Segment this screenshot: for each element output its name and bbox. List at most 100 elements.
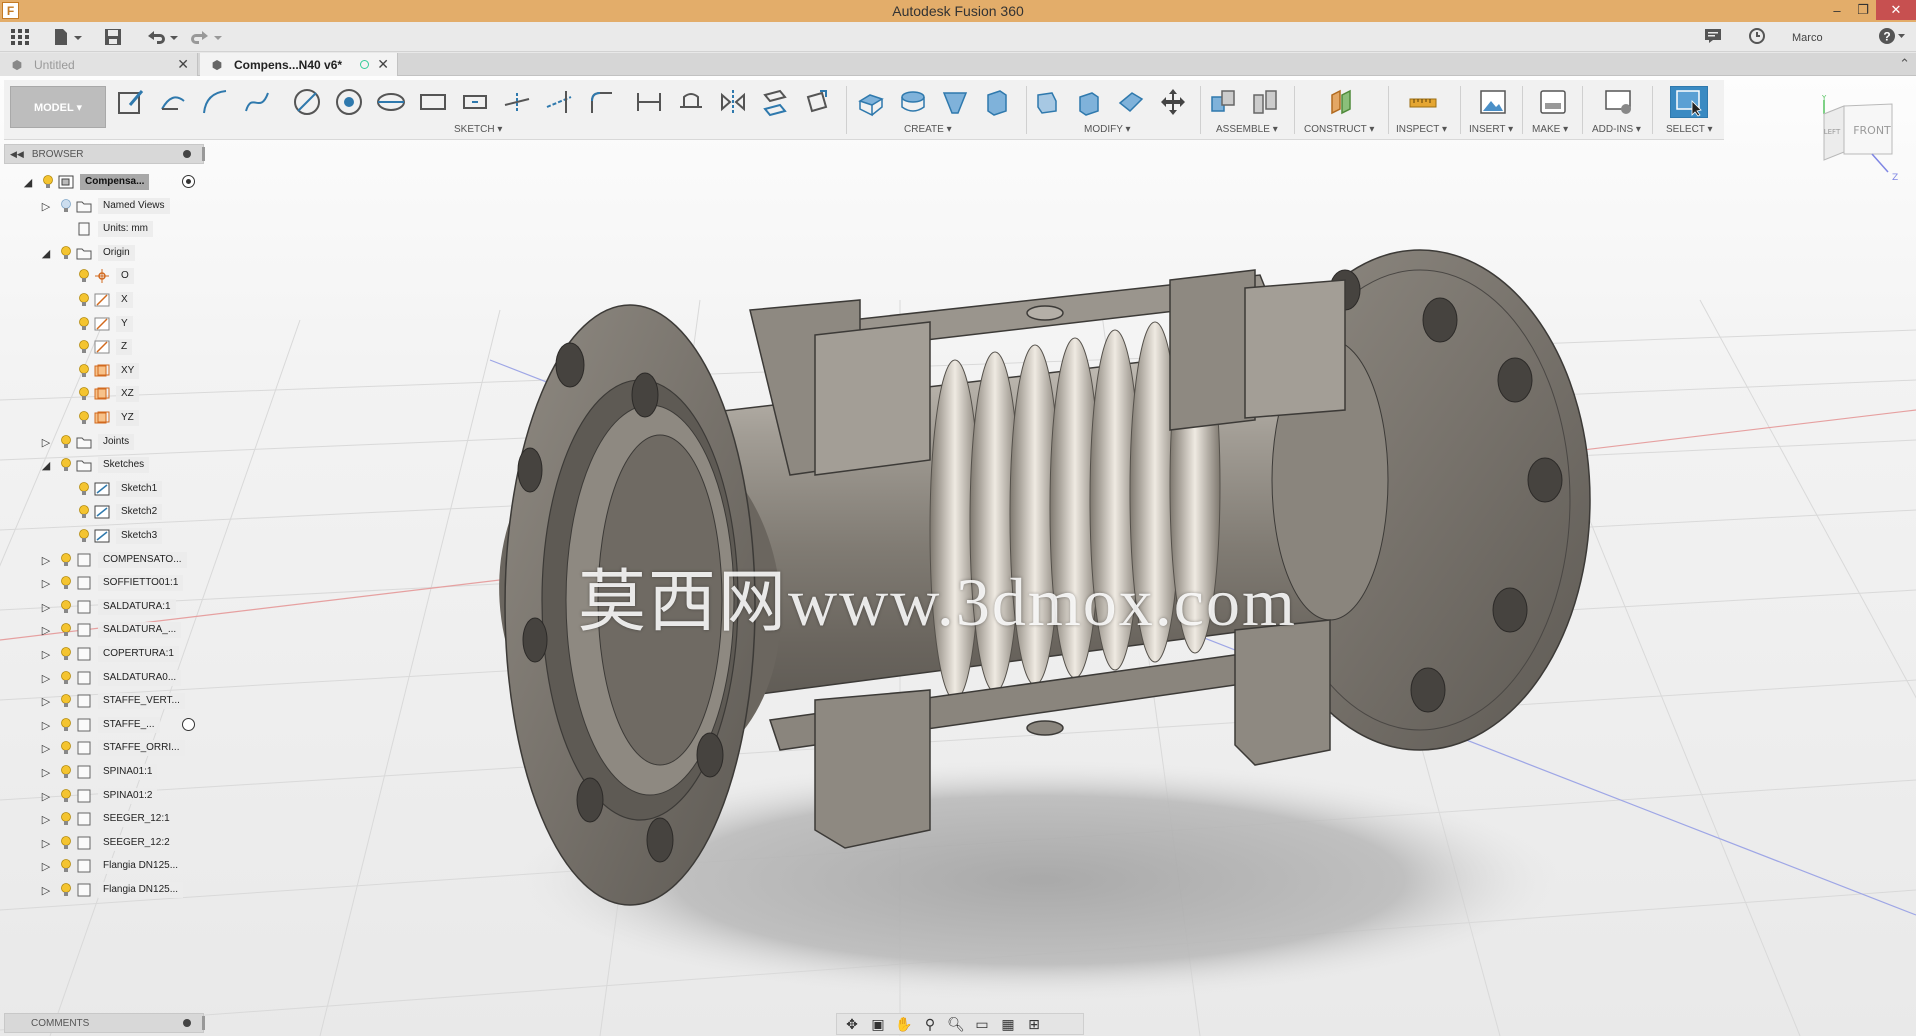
sketch-group-label[interactable]: SKETCH ▾ [454,124,502,135]
browser-tree-item[interactable]: ▷ SPINA01:2 [0,787,210,805]
trim-tool[interactable] [498,86,536,118]
assemble-group-label[interactable]: ASSEMBLE ▾ [1216,124,1278,135]
visibility-bulb-icon[interactable] [60,576,72,590]
browser-tree-item[interactable]: ▷ STAFFE_ORRI... [0,739,210,757]
fillet-sketch-tool[interactable] [582,86,620,118]
browser-tree-item[interactable]: XZ [0,385,210,403]
collapsed-arrow-icon[interactable]: ▷ [40,554,52,567]
browser-tree-item[interactable]: ▷ SPINA01:1 [0,763,210,781]
browser-resize-handle[interactable] [202,147,205,161]
pan-hand-icon[interactable]: ✋ [895,1016,913,1033]
undo-icon[interactable] [144,26,180,48]
select-group-label[interactable]: SELECT ▾ [1666,124,1713,135]
modify-group-label[interactable]: MODIFY ▾ [1084,124,1131,135]
browser-tree-item[interactable]: X [0,291,210,309]
visibility-bulb-icon[interactable] [60,458,72,472]
activate-component-radio[interactable] [182,175,195,188]
line-tool[interactable] [154,86,192,118]
visibility-bulb-icon[interactable] [60,647,72,661]
browser-panel-header[interactable]: ◀◀ BROWSER [4,144,205,164]
constraint-tool[interactable] [672,86,710,118]
collapsed-arrow-icon[interactable]: ▷ [40,601,52,614]
insert-image-tool[interactable] [1474,86,1512,118]
slot-tool[interactable] [456,86,494,118]
visibility-bulb-icon[interactable] [60,836,72,850]
browser-root-component[interactable]: ◢ Compensa... [0,173,210,191]
visibility-bulb-icon[interactable] [60,553,72,567]
viewcube[interactable]: FRONT LEFT Y Z [1812,92,1908,188]
dimension-tool[interactable] [630,86,668,118]
visibility-bulb-icon[interactable] [60,435,72,449]
collapsed-arrow-icon[interactable]: ▷ [40,624,52,637]
addins-group-label[interactable]: ADD-INS ▾ [1592,124,1641,135]
visibility-bulb-icon[interactable] [78,293,90,307]
collapsed-arrow-icon[interactable]: ▷ [40,577,52,590]
stop-sketch-tool[interactable] [798,86,836,118]
browser-tree-item[interactable]: Sketch3 [0,527,210,545]
visibility-bulb-icon[interactable] [78,482,90,496]
visibility-bulb-icon[interactable] [60,812,72,826]
browser-tree-item[interactable]: ▷ STAFFE_... [0,716,210,734]
orbit-icon[interactable]: ✥ [843,1016,861,1033]
display-settings-icon[interactable]: ▭ [973,1016,991,1033]
look-at-icon[interactable]: ▣ [869,1016,887,1033]
browser-tree-item[interactable]: ▷ Named Views [0,197,210,215]
browser-tree-item[interactable]: ▷ SEEGER_12:1 [0,810,210,828]
user-name[interactable]: Marco [1792,32,1852,44]
browser-tree-item[interactable]: Sketch2 [0,503,210,521]
extrude-tool[interactable] [852,86,890,118]
close-tab-icon[interactable]: ✕ [377,56,389,73]
workspace-switcher[interactable]: MODEL ▾ [10,86,106,128]
visibility-bulb-icon[interactable] [60,199,72,213]
browser-tree-item[interactable]: ▷ COPERTURA:1 [0,645,210,663]
browser-tree-item[interactable]: ▷ SOFFIETTO01:1 [0,574,210,592]
browser-tree-item[interactable]: Sketch1 [0,480,210,498]
visibility-bulb-icon[interactable] [78,529,90,543]
zoom-icon[interactable]: ⚲ [921,1016,939,1033]
sweep-tool[interactable] [936,86,974,118]
insert-group-label[interactable]: INSERT ▾ [1469,124,1513,135]
scripts-addins-tool[interactable] [1600,86,1638,118]
press-pull-tool[interactable] [1028,86,1066,118]
viewcube-left-label[interactable]: LEFT [1824,128,1841,136]
job-status-icon[interactable] [1704,28,1722,47]
3d-print-tool[interactable] [1534,86,1572,118]
comments-panel-header[interactable]: COMMENTS [4,1013,205,1033]
comments-resize-handle[interactable] [202,1016,205,1030]
measure-tool[interactable] [1404,86,1442,118]
browser-tree-item[interactable]: ▷ COMPENSATO... [0,551,210,569]
make-group-label[interactable]: MAKE ▾ [1532,124,1568,135]
close-window-icon[interactable]: ✕ [1876,0,1916,20]
file-menu-icon[interactable] [52,26,84,48]
visibility-bulb-icon[interactable] [42,175,54,189]
tab-compensatore[interactable]: ⬢ Compens...N40 v6* ✕ [200,53,398,76]
visibility-bulb-icon[interactable] [78,387,90,401]
collapsed-arrow-icon[interactable]: ▷ [40,884,52,897]
close-tab-icon[interactable]: ✕ [177,56,189,73]
visibility-bulb-icon[interactable] [60,741,72,755]
browser-tree-item[interactable]: ▷ STAFFE_VERT... [0,692,210,710]
visibility-bulb-icon[interactable] [60,246,72,260]
rectangle-tool[interactable] [414,86,452,118]
create-group-label[interactable]: CREATE ▾ [904,124,952,135]
visibility-bulb-icon[interactable] [60,859,72,873]
browser-tree-item[interactable]: O [0,267,210,285]
extend-tool[interactable] [540,86,578,118]
browser-tree-item[interactable]: ▷ SALDATURA:1 [0,598,210,616]
save-icon[interactable] [104,26,122,48]
visibility-bulb-icon[interactable] [60,765,72,779]
expanded-arrow-icon[interactable]: ◢ [40,247,52,260]
data-panel-grid-icon[interactable] [10,26,30,48]
collapse-ribbon-icon[interactable]: ⌃ [1899,56,1910,72]
visibility-bulb-icon[interactable] [60,883,72,897]
visibility-bulb-icon[interactable] [60,671,72,685]
inspect-group-label[interactable]: INSPECT ▾ [1396,124,1447,135]
collapsed-arrow-icon[interactable]: ▷ [40,672,52,685]
visibility-bulb-icon[interactable] [60,600,72,614]
offset-plane-tool[interactable] [1322,86,1360,118]
viewcube-front-label[interactable]: FRONT [1853,124,1891,137]
history-clock-icon[interactable] [1748,27,1766,48]
move-tool[interactable] [1154,86,1192,118]
visibility-bulb-icon[interactable] [78,340,90,354]
collapsed-arrow-icon[interactable]: ▷ [40,648,52,661]
